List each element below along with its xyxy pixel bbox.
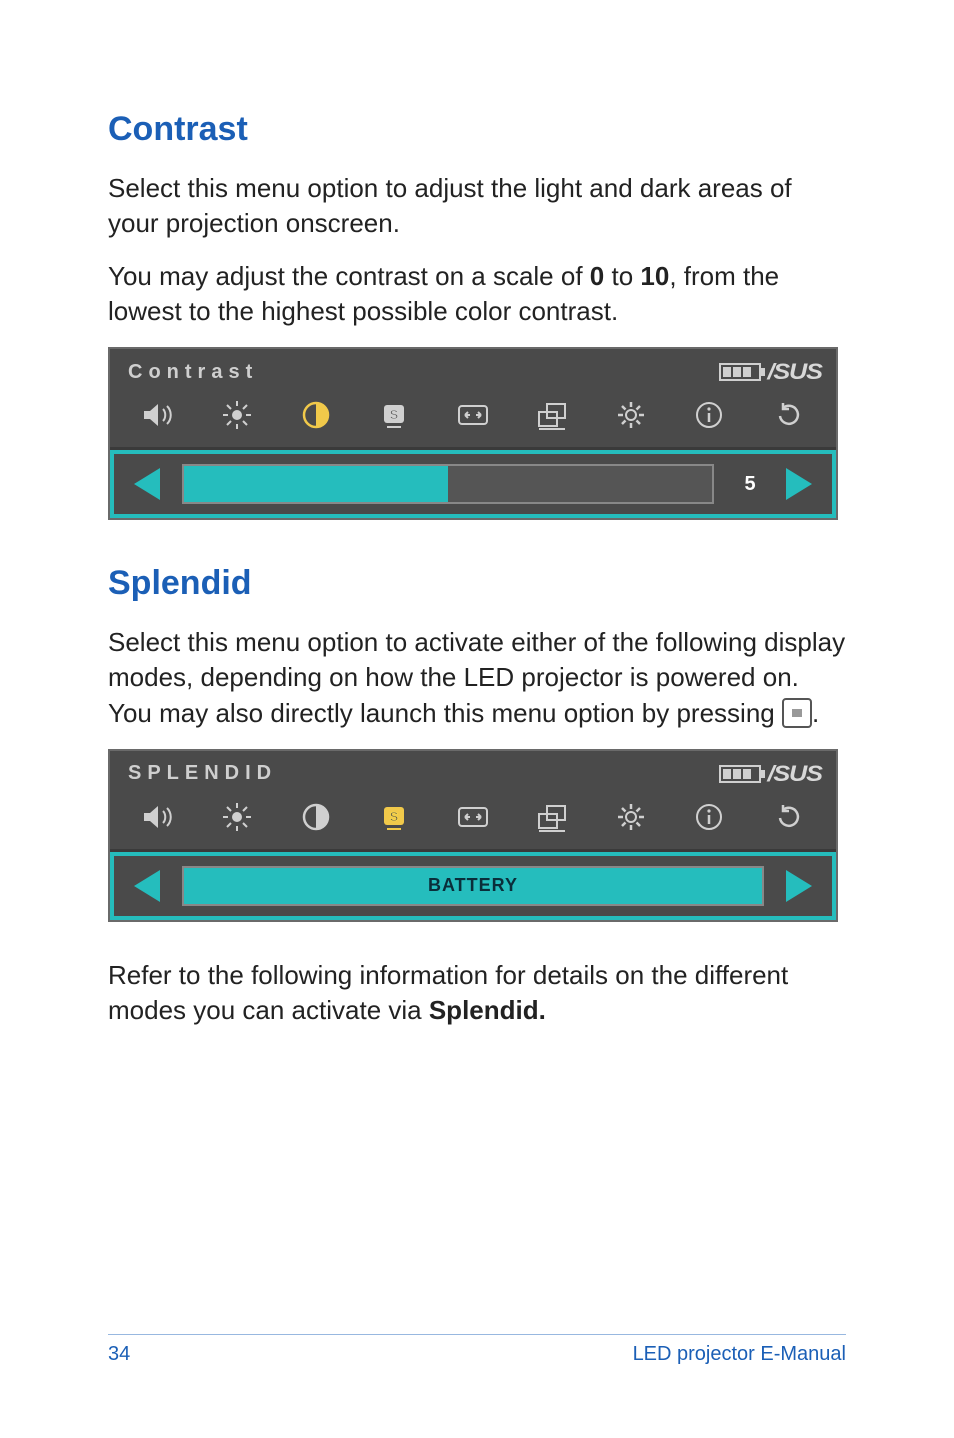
battery-icon — [719, 765, 761, 783]
osd-contrast-panel: Contrast /SUS S — [108, 347, 838, 520]
brightness-icon[interactable] — [215, 395, 259, 435]
contrast-min-value: 0 — [590, 261, 604, 291]
text-fragment: . — [812, 698, 819, 728]
osd-menu-icons: S — [128, 391, 818, 439]
info-icon[interactable] — [687, 395, 731, 435]
reset-icon[interactable] — [766, 797, 810, 837]
osd-menu-icons: S — [128, 793, 818, 841]
asus-logo: /SUS — [767, 359, 821, 385]
osd-brand-area: /SUS — [719, 359, 818, 385]
contrast-paragraph-2: You may adjust the contrast on a scale o… — [108, 259, 846, 329]
osd-slider-row: 5 — [110, 450, 836, 518]
splendid-icon[interactable]: S — [372, 395, 416, 435]
text-fragment: to — [604, 261, 640, 291]
decrease-button[interactable] — [134, 468, 160, 500]
next-mode-button[interactable] — [786, 870, 812, 902]
svg-text:S: S — [390, 407, 399, 422]
contrast-max-value: 10 — [640, 261, 669, 291]
text-fragment: Select this menu option to activate eith… — [108, 627, 845, 727]
splendid-paragraph-2: Refer to the following information for d… — [108, 958, 846, 1028]
settings-icon[interactable] — [609, 797, 653, 837]
position-icon[interactable] — [530, 395, 574, 435]
osd-header: SPLENDID /SUS S — [110, 751, 836, 852]
slider-fill — [184, 466, 448, 502]
settings-icon[interactable] — [609, 395, 653, 435]
osd-header: Contrast /SUS S — [110, 349, 836, 450]
volume-icon[interactable] — [136, 395, 180, 435]
contrast-heading: Contrast — [108, 110, 846, 149]
splendid-paragraph-1: Select this menu option to activate eith… — [108, 625, 846, 730]
brightness-icon[interactable] — [215, 797, 259, 837]
text-fragment: You may adjust the contrast on a scale o… — [108, 261, 590, 291]
reset-icon[interactable] — [766, 395, 810, 435]
splendid-icon[interactable]: S — [372, 797, 416, 837]
splendid-heading: Splendid — [108, 564, 846, 603]
svg-text:S: S — [390, 809, 399, 824]
page-number: 34 — [108, 1343, 130, 1366]
battery-icon — [719, 363, 761, 381]
splendid-bold: Splendid. — [429, 995, 546, 1025]
contrast-icon[interactable] — [294, 797, 338, 837]
osd-splendid-panel: SPLENDID /SUS S — [108, 749, 838, 922]
splendid-key-icon — [782, 698, 812, 728]
contrast-paragraph-1: Select this menu option to adjust the li… — [108, 171, 846, 241]
contrast-value: 5 — [736, 473, 764, 496]
osd-title: Contrast — [128, 361, 258, 384]
page-footer: 34 LED projector E-Manual — [108, 1334, 846, 1366]
contrast-slider[interactable] — [182, 464, 714, 504]
position-icon[interactable] — [530, 797, 574, 837]
asus-logo: /SUS — [767, 761, 821, 787]
previous-mode-button[interactable] — [134, 870, 160, 902]
increase-button[interactable] — [786, 468, 812, 500]
osd-brand-area: /SUS — [719, 761, 818, 787]
info-icon[interactable] — [687, 797, 731, 837]
splendid-mode-value[interactable]: BATTERY — [182, 866, 764, 906]
osd-title: SPLENDID — [128, 762, 277, 785]
contrast-icon[interactable] — [294, 395, 338, 435]
manual-title: LED projector E-Manual — [633, 1343, 846, 1366]
osd-mode-row: BATTERY — [110, 852, 836, 920]
aspect-icon[interactable] — [451, 395, 495, 435]
aspect-icon[interactable] — [451, 797, 495, 837]
volume-icon[interactable] — [136, 797, 180, 837]
